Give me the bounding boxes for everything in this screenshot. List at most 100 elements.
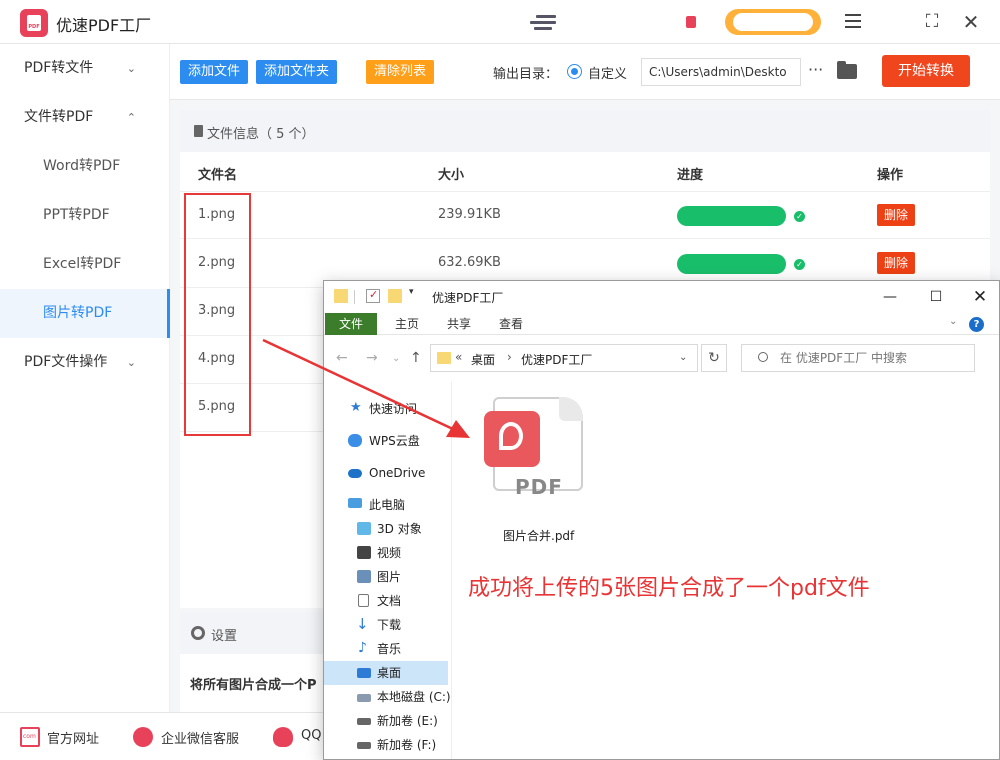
menu-icon[interactable] bbox=[841, 10, 865, 34]
close-icon[interactable]: ✕ bbox=[966, 285, 994, 309]
search-input[interactable] bbox=[741, 344, 975, 372]
nav-item-pictures[interactable]: 图片 bbox=[324, 565, 448, 589]
breadcrumb-separator: › bbox=[507, 350, 512, 364]
app-title: 优速PDF工厂 bbox=[56, 16, 152, 35]
nav-item-quick-access[interactable]: ★ 快速访问 bbox=[324, 397, 448, 421]
picture-icon bbox=[357, 570, 371, 583]
sidebar-item-label: Excel转PDF bbox=[43, 256, 122, 272]
custom-radio[interactable] bbox=[567, 64, 582, 79]
sidebar-item-ppt-to-pdf[interactable]: PPT转PDF bbox=[0, 191, 170, 240]
nav-item-label: 新加卷 (F:) bbox=[377, 738, 437, 752]
sidebar-item-word-to-pdf[interactable]: Word转PDF bbox=[0, 142, 170, 191]
explorer-nav-pane: ★ 快速访问 WPS云盘 OneDrive 此电脑 3D 对象 视频 图片 文档… bbox=[324, 381, 452, 759]
close-icon[interactable]: ✕ bbox=[959, 10, 983, 34]
sidebar-item-excel-to-pdf[interactable]: Excel转PDF bbox=[0, 240, 170, 289]
output-path-input[interactable] bbox=[641, 58, 801, 86]
help-icon[interactable]: ? bbox=[969, 317, 984, 332]
sidebar-item-label: 图片转PDF bbox=[43, 305, 113, 321]
delete-button[interactable]: 删除 bbox=[877, 252, 916, 274]
maximize-icon[interactable]: ⛶ bbox=[920, 10, 944, 34]
breadcrumb-overflow[interactable]: « bbox=[455, 350, 462, 364]
document-icon bbox=[358, 594, 369, 607]
search-icon bbox=[758, 352, 768, 362]
app-titlebar: 优速PDF工厂 ⛶ ✕ bbox=[0, 0, 1000, 44]
nav-item-this-pc[interactable]: 此电脑 bbox=[324, 493, 448, 517]
nav-item-label: 文档 bbox=[377, 594, 402, 608]
address-bar[interactable]: « 桌面 › 优速PDF工厂 ⌄ bbox=[430, 344, 698, 372]
sidebar-item-file-to-pdf[interactable]: 文件转PDF ⌃ bbox=[0, 93, 170, 142]
back-icon[interactable]: ← bbox=[336, 350, 348, 366]
quick-access-dropdown-icon[interactable]: ▾ bbox=[409, 287, 414, 297]
maximize-icon[interactable]: ☐ bbox=[922, 285, 950, 309]
wechat-link[interactable]: 企业微信客服 bbox=[161, 728, 239, 747]
properties-icon[interactable] bbox=[366, 288, 380, 303]
minimize-icon[interactable]: — bbox=[876, 285, 904, 309]
nav-item-downloads[interactable]: ↓ 下载 bbox=[324, 613, 448, 637]
drive-icon bbox=[357, 742, 371, 749]
explorer-titlebar: ▾ 优速PDF工厂 — ☐ ✕ bbox=[324, 281, 999, 313]
col-header-size: 大小 bbox=[438, 168, 465, 183]
custom-radio-label: 自定义 bbox=[588, 67, 628, 82]
recent-dropdown-icon[interactable]: ⌄ bbox=[392, 353, 400, 364]
folder-icon[interactable] bbox=[837, 61, 857, 79]
nav-item-wps-cloud[interactable]: WPS云盘 bbox=[324, 429, 448, 453]
chevron-down-icon: ⌄ bbox=[126, 62, 136, 75]
chevron-up-icon: ⌃ bbox=[126, 111, 136, 124]
tab-view[interactable]: 查看 bbox=[490, 313, 532, 335]
qq-link[interactable]: QQ bbox=[301, 728, 321, 743]
website-link[interactable]: 官方网址 bbox=[47, 728, 99, 747]
start-convert-button[interactable]: 开始转换 bbox=[882, 55, 970, 87]
settings-title: 设置 bbox=[211, 629, 238, 644]
nav-item-drive-e[interactable]: 新加卷 (E:) bbox=[324, 709, 448, 733]
tab-file[interactable]: 文件 bbox=[325, 313, 378, 335]
gear-icon bbox=[191, 626, 205, 640]
nav-item-label: 桌面 bbox=[377, 666, 402, 680]
pdf-file-icon[interactable]: PDF bbox=[484, 397, 583, 499]
qq-icon bbox=[273, 727, 293, 747]
nav-item-onedrive[interactable]: OneDrive bbox=[324, 461, 448, 485]
drive-icon bbox=[357, 718, 371, 725]
pdf-file-name[interactable]: 图片合并.pdf bbox=[503, 527, 574, 544]
breadcrumb-current[interactable]: 优速PDF工厂 bbox=[521, 351, 592, 368]
nav-item-3d-objects[interactable]: 3D 对象 bbox=[324, 517, 448, 541]
cube-icon bbox=[357, 522, 371, 535]
divider bbox=[354, 290, 355, 304]
sidebar-item-label: PDF转文件 bbox=[24, 60, 94, 76]
delete-button[interactable]: 删除 bbox=[877, 204, 916, 226]
sidebar-item-image-to-pdf[interactable]: 图片转PDF bbox=[0, 289, 170, 338]
breadcrumb-desktop[interactable]: 桌面 bbox=[471, 351, 495, 368]
nav-item-label: 3D 对象 bbox=[377, 522, 422, 536]
more-options-icon[interactable]: ··· bbox=[808, 60, 823, 79]
nav-item-documents[interactable]: 文档 bbox=[324, 589, 448, 613]
add-folder-button[interactable]: 添加文件夹 bbox=[256, 60, 338, 84]
forward-icon[interactable]: → bbox=[366, 350, 378, 366]
nav-item-music[interactable]: ♪ 音乐 bbox=[324, 637, 448, 661]
nav-item-desktop[interactable]: 桌面 bbox=[324, 661, 448, 685]
nav-item-drive-f[interactable]: 新加卷 (F:) bbox=[324, 733, 448, 757]
user-account-pill[interactable] bbox=[725, 9, 821, 35]
clear-list-button[interactable]: 清除列表 bbox=[366, 60, 435, 84]
sidebar-item-pdf-to-file[interactable]: PDF转文件 ⌄ bbox=[0, 44, 170, 93]
star-icon: ★ bbox=[350, 400, 362, 415]
sidebar-item-pdf-operations[interactable]: PDF文件操作 ⌄ bbox=[0, 338, 170, 387]
nav-item-videos[interactable]: 视频 bbox=[324, 541, 448, 565]
ribbon: 文件 主页 共享 查看 ⌄ ? bbox=[324, 313, 999, 335]
tab-share[interactable]: 共享 bbox=[438, 313, 480, 335]
new-folder-icon[interactable] bbox=[388, 289, 402, 303]
pdf-label: PDF bbox=[515, 475, 563, 499]
tab-home[interactable]: 主页 bbox=[386, 313, 428, 335]
folder-icon bbox=[334, 289, 348, 303]
chevron-down-icon[interactable]: ⌄ bbox=[949, 316, 957, 327]
nav-item-drive-c[interactable]: 本地磁盘 (C:) bbox=[324, 685, 451, 709]
toolbar: 添加文件 添加文件夹 清除列表 输出目录： 自定义 ··· 开始转换 bbox=[170, 44, 1000, 100]
chevron-down-icon[interactable]: ⌄ bbox=[679, 352, 687, 363]
refresh-icon[interactable]: ↻ bbox=[701, 344, 727, 372]
settings-description: 将所有图片合成一个P bbox=[190, 678, 317, 693]
nav-item-label: 新加卷 (E:) bbox=[377, 714, 438, 728]
pdf-logo-icon bbox=[484, 411, 540, 467]
up-icon[interactable]: ↑ bbox=[410, 350, 422, 366]
sidebar-item-label: 文件转PDF bbox=[24, 109, 94, 125]
notification-icon[interactable] bbox=[686, 16, 696, 28]
add-file-button[interactable]: 添加文件 bbox=[180, 60, 249, 84]
explorer-window: ▾ 优速PDF工厂 — ☐ ✕ 文件 主页 共享 查看 ⌄ ? ← → ⌄ ↑ … bbox=[323, 280, 1000, 760]
